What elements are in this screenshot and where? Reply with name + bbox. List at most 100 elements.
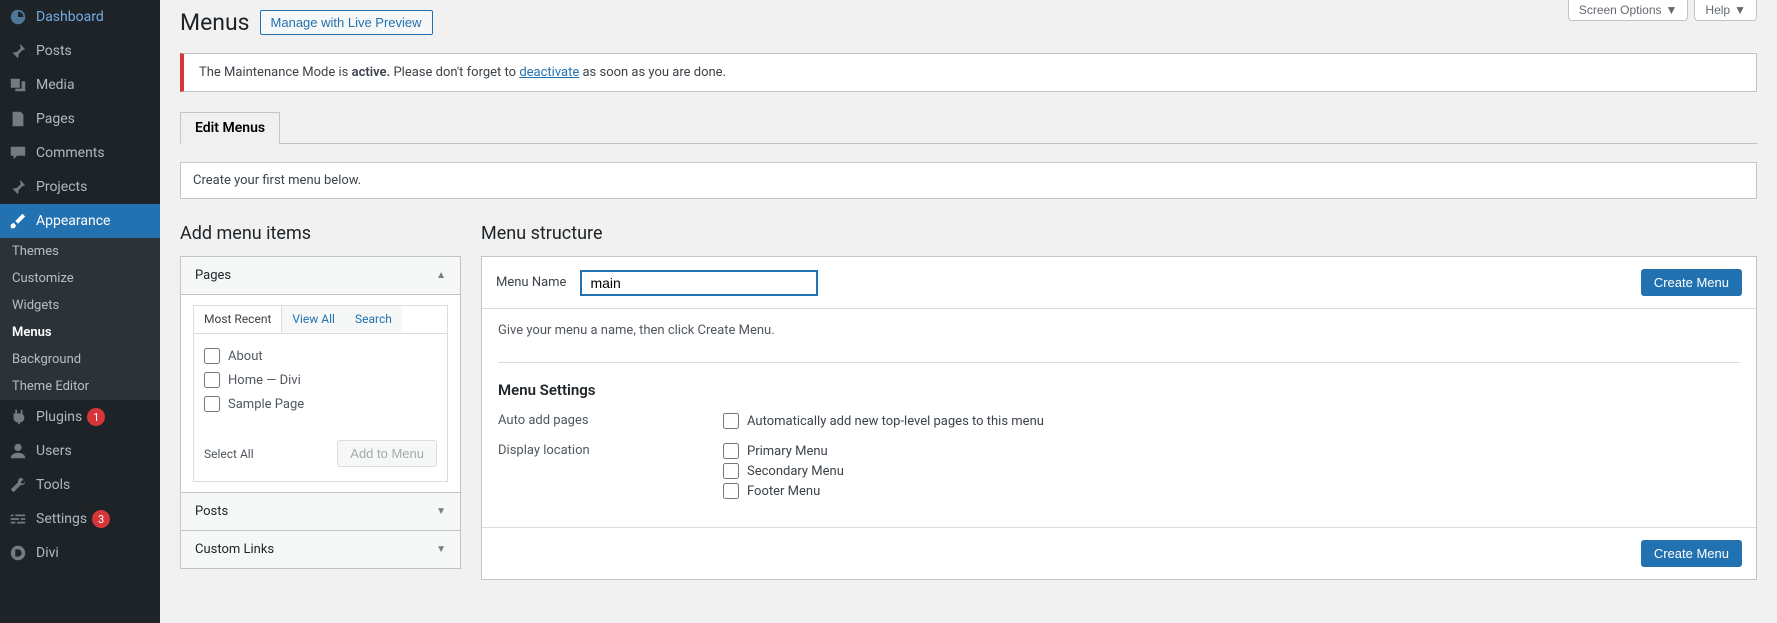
- submenu-themes[interactable]: Themes: [0, 238, 160, 265]
- location-label: Footer Menu: [747, 484, 820, 499]
- sidebar-item-label: Plugins: [36, 409, 82, 425]
- menu-structure-title: Menu structure: [481, 223, 1757, 244]
- accordion-custom-links: Custom Links ▼: [180, 531, 461, 569]
- help-button[interactable]: Help ▼: [1694, 0, 1757, 21]
- create-menu-button-top[interactable]: Create Menu: [1641, 269, 1742, 296]
- main-content: Screen Options ▼ Help ▼ Menus Manage wit…: [160, 0, 1777, 623]
- menu-name-input[interactable]: [580, 270, 818, 296]
- sidebar-item-appearance[interactable]: Appearance: [0, 204, 160, 238]
- sidebar-item-label: Pages: [36, 111, 75, 127]
- notice-text-suffix: as soon as you are done.: [579, 65, 726, 80]
- add-menu-items-title: Add menu items: [180, 223, 461, 244]
- location-checkbox[interactable]: [723, 443, 739, 459]
- tab-edit-menus[interactable]: Edit Menus: [180, 112, 280, 144]
- pages-list: About Home — Divi Sample Page: [193, 333, 448, 482]
- sidebar-item-tools[interactable]: Tools: [0, 468, 160, 502]
- menu-hint: Give your menu a name, then click Create…: [498, 323, 1740, 363]
- sidebar-item-dashboard[interactable]: Dashboard: [0, 0, 160, 34]
- sidebar-item-users[interactable]: Users: [0, 434, 160, 468]
- sidebar-item-label: Projects: [36, 179, 87, 195]
- page-header: Menus Manage with Live Preview: [180, 0, 1757, 40]
- accordion-header-posts[interactable]: Posts ▼: [181, 493, 460, 530]
- info-first-menu: Create your first menu below.: [180, 162, 1757, 199]
- pin-icon: [8, 41, 28, 61]
- sidebar-item-label: Posts: [36, 43, 72, 59]
- divi-icon: [8, 543, 28, 563]
- sidebar-item-projects[interactable]: Projects: [0, 170, 160, 204]
- subtab-most-recent[interactable]: Most Recent: [194, 306, 282, 333]
- sidebar-item-posts[interactable]: Posts: [0, 34, 160, 68]
- sidebar-item-divi[interactable]: Divi: [0, 536, 160, 570]
- notice-bold: active.: [352, 65, 391, 80]
- page-item-label: About: [228, 349, 263, 364]
- page-checkbox[interactable]: [204, 372, 220, 388]
- sidebar-item-label: Users: [36, 443, 72, 459]
- chevron-down-icon: ▼: [1734, 3, 1746, 17]
- screen-options-button[interactable]: Screen Options ▼: [1568, 0, 1689, 21]
- sidebar-item-label: Comments: [36, 145, 105, 161]
- sidebar-item-comments[interactable]: Comments: [0, 136, 160, 170]
- accordion-label: Pages: [195, 268, 231, 283]
- location-option[interactable]: Secondary Menu: [723, 463, 844, 479]
- location-checkbox[interactable]: [723, 483, 739, 499]
- dashboard-icon: [8, 7, 28, 27]
- auto-add-option[interactable]: Automatically add new top-level pages to…: [723, 413, 1044, 429]
- accordion-pages: Pages ▲ Most Recent View All Search A: [180, 256, 461, 493]
- notice-text-mid: Please don't forget to: [390, 65, 519, 80]
- page-item[interactable]: Sample Page: [204, 392, 437, 416]
- help-label: Help: [1705, 3, 1730, 17]
- page-checkbox[interactable]: [204, 396, 220, 412]
- user-icon: [8, 441, 28, 461]
- page-item[interactable]: About: [204, 344, 437, 368]
- screen-options-label: Screen Options: [1579, 3, 1662, 17]
- submenu-theme-editor[interactable]: Theme Editor: [0, 373, 160, 400]
- sidebar-item-plugins[interactable]: Plugins 1: [0, 400, 160, 434]
- sidebar-item-settings[interactable]: Settings 3: [0, 502, 160, 536]
- live-preview-button[interactable]: Manage with Live Preview: [260, 10, 433, 35]
- auto-add-checkbox[interactable]: [723, 413, 739, 429]
- select-all-link[interactable]: Select All: [204, 447, 254, 461]
- update-badge: 1: [87, 408, 105, 426]
- submenu-widgets[interactable]: Widgets: [0, 292, 160, 319]
- accordion-header-custom-links[interactable]: Custom Links ▼: [181, 531, 460, 568]
- media-icon: [8, 75, 28, 95]
- submenu-customize[interactable]: Customize: [0, 265, 160, 292]
- accordion-label: Posts: [195, 504, 228, 519]
- accordion-header-pages[interactable]: Pages ▲: [181, 257, 460, 295]
- page-item[interactable]: Home — Divi: [204, 368, 437, 392]
- nav-tabs: Edit Menus: [180, 112, 1757, 144]
- location-option[interactable]: Primary Menu: [723, 443, 844, 459]
- sidebar-item-label: Media: [36, 77, 75, 93]
- chevron-down-icon: ▼: [436, 506, 446, 517]
- add-to-menu-button[interactable]: Add to Menu: [337, 440, 437, 467]
- accordion-posts: Posts ▼: [180, 493, 461, 531]
- page-checkbox[interactable]: [204, 348, 220, 364]
- submenu-background[interactable]: Background: [0, 346, 160, 373]
- page-title: Menus: [180, 9, 250, 36]
- location-checkbox[interactable]: [723, 463, 739, 479]
- accordion-label: Custom Links: [195, 542, 274, 557]
- sidebar-submenu: Themes Customize Widgets Menus Backgroun…: [0, 238, 160, 400]
- location-label: Primary Menu: [747, 444, 828, 459]
- subtab-search[interactable]: Search: [345, 306, 402, 333]
- sliders-icon: [8, 509, 28, 529]
- plug-icon: [8, 407, 28, 427]
- admin-sidebar: Dashboard Posts Media Pages Comments Pro…: [0, 0, 160, 623]
- location-option[interactable]: Footer Menu: [723, 483, 844, 499]
- chevron-down-icon: ▼: [436, 544, 446, 555]
- sidebar-item-media[interactable]: Media: [0, 68, 160, 102]
- deactivate-link[interactable]: deactivate: [519, 65, 579, 80]
- info-text: Create your first menu below.: [193, 173, 361, 188]
- page-item-label: Home — Divi: [228, 373, 301, 388]
- display-location-label: Display location: [498, 443, 723, 503]
- chevron-down-icon: ▼: [1666, 3, 1678, 17]
- menu-settings-title: Menu Settings: [498, 381, 1740, 399]
- create-menu-button-bottom[interactable]: Create Menu: [1641, 540, 1742, 567]
- page-item-label: Sample Page: [228, 397, 304, 412]
- submenu-menus[interactable]: Menus: [0, 319, 160, 346]
- chevron-up-icon: ▲: [436, 270, 446, 281]
- menu-panel: Menu Name Create Menu Give your menu a n…: [481, 256, 1757, 580]
- subtab-view-all[interactable]: View All: [282, 306, 345, 333]
- sidebar-item-pages[interactable]: Pages: [0, 102, 160, 136]
- pages-subtabs: Most Recent View All Search: [193, 305, 448, 333]
